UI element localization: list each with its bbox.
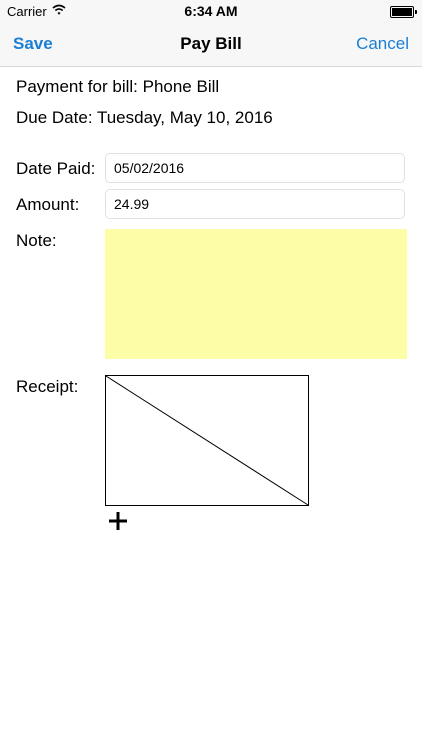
due-date-text: Due Date: Tuesday, May 10, 2016: [16, 108, 273, 127]
add-receipt-plus-icon[interactable]: [107, 510, 129, 532]
amount-label: Amount:: [16, 195, 80, 214]
receipt-label: Receipt:: [16, 377, 79, 396]
cancel-button[interactable]: Cancel: [356, 34, 409, 54]
navigation-bar: Save Pay Bill Cancel: [0, 22, 422, 67]
note-label: Note:: [16, 231, 57, 250]
date-paid-field[interactable]: 05/02/2016: [105, 153, 405, 183]
payment-for-bill-text: Payment for bill: Phone Bill: [16, 77, 220, 96]
amount-field[interactable]: 24.99: [105, 189, 405, 219]
status-bar: Carrier 6:34 AM: [0, 0, 422, 22]
battery-icon: [390, 6, 417, 18]
note-text-area[interactable]: [105, 229, 407, 359]
date-paid-label: Date Paid:: [16, 159, 96, 178]
status-time: 6:34 AM: [184, 3, 238, 19]
receipt-image-placeholder[interactable]: [105, 375, 309, 506]
